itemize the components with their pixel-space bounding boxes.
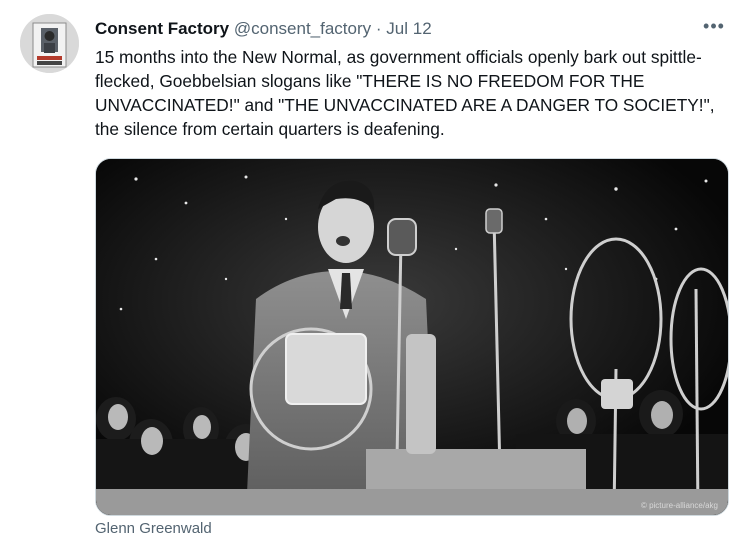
image-credit: © picture-alliance/akg <box>640 501 718 510</box>
footer-author[interactable]: Glenn Greenwald <box>95 520 212 537</box>
author-handle[interactable]: @consent_factory <box>234 19 371 38</box>
avatar[interactable] <box>20 14 79 73</box>
speaker-photo <box>96 159 728 515</box>
tweet-image[interactable]: © picture-alliance/akg <box>95 158 729 516</box>
author-name[interactable]: Consent Factory <box>95 19 229 38</box>
separator: · <box>375 19 382 38</box>
more-options-icon[interactable]: ••• <box>702 16 726 38</box>
avatar-image <box>20 14 79 73</box>
tweet-header: Consent Factory @consent_factory · Jul 1… <box>95 17 728 41</box>
tweet-text: 15 months into the New Normal, as govern… <box>95 47 715 139</box>
tweet-date[interactable]: Jul 12 <box>386 19 431 38</box>
